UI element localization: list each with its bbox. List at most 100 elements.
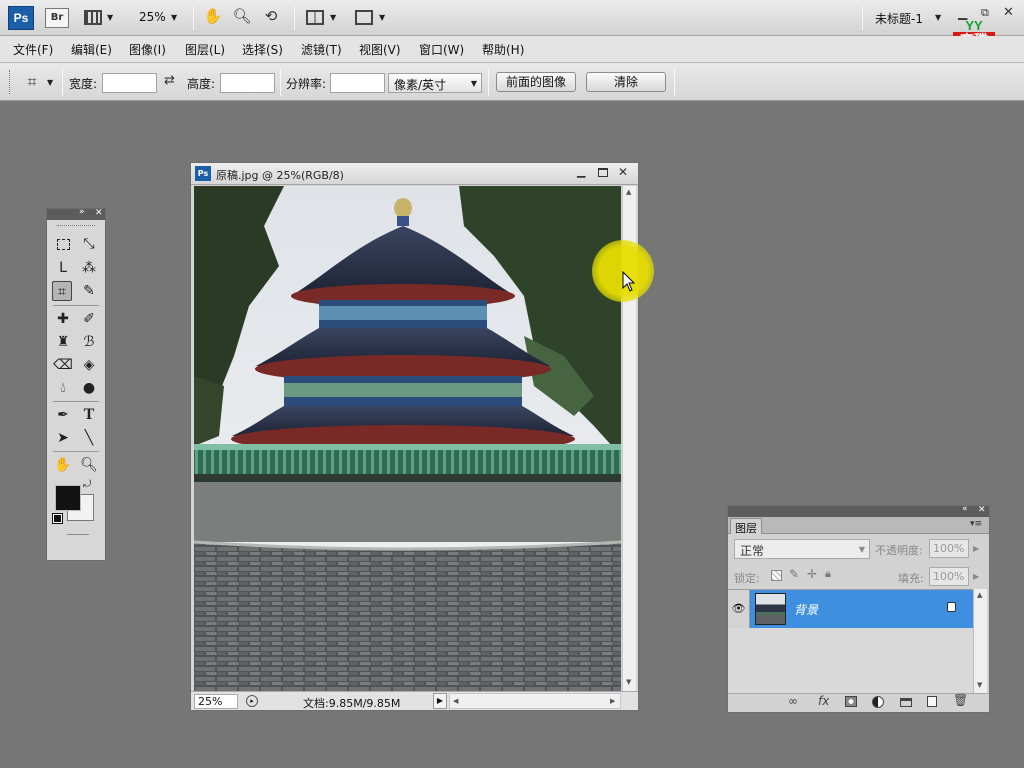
width-input[interactable] xyxy=(102,73,157,93)
status-expand-icon[interactable]: ▶ xyxy=(433,693,447,709)
collapse-panel-icon[interactable]: « xyxy=(962,504,968,514)
scroll-right-icon[interactable]: ▶ xyxy=(610,697,615,705)
blur-tool-icon[interactable]: 💧︎ xyxy=(53,378,73,398)
opacity-input[interactable]: 100% xyxy=(929,539,969,558)
zoom-tool-icon[interactable]: 🔍︎ xyxy=(232,7,252,25)
hand-tool-icon[interactable]: ✋ xyxy=(53,455,73,475)
default-colors-icon[interactable] xyxy=(52,513,63,524)
horizontal-scrollbar[interactable]: ◀ ▶ xyxy=(449,693,621,709)
rectangular-marquee-icon[interactable] xyxy=(53,234,73,254)
scroll-up-icon[interactable]: ▲ xyxy=(626,188,631,196)
adjustment-layer-icon[interactable] xyxy=(872,696,884,708)
bridge-button[interactable]: Br xyxy=(45,8,69,28)
zoom-tool-icon[interactable]: 🔍︎ xyxy=(79,455,99,475)
move-tool-icon[interactable]: ⤡ xyxy=(79,234,99,254)
chevron-down-icon[interactable]: ▼ xyxy=(379,13,385,22)
close-panel-icon[interactable]: ✕ xyxy=(95,208,103,218)
scroll-down-icon[interactable]: ▼ xyxy=(626,678,631,686)
healing-brush-icon[interactable]: ✚ xyxy=(53,309,73,329)
menu-edit[interactable]: 编辑(E) xyxy=(71,41,112,59)
lock-all-icon[interactable]: 🔒︎ xyxy=(825,567,831,581)
fill-input[interactable]: 100% xyxy=(929,567,969,586)
chevron-down-icon[interactable]: ▼ xyxy=(935,13,941,22)
status-menu-icon[interactable]: ▸ xyxy=(246,695,258,707)
menu-select[interactable]: 选择(S) xyxy=(242,41,283,59)
front-image-button[interactable]: 前面的图像 xyxy=(496,72,576,92)
layer-name[interactable]: 背景 xyxy=(794,601,818,618)
menu-filter[interactable]: 滤镜(T) xyxy=(301,41,342,59)
zoom-level-readout[interactable]: 25% xyxy=(139,10,166,24)
hand-tool-icon[interactable]: ✋ xyxy=(203,7,223,25)
grip-handle[interactable] xyxy=(57,225,95,228)
scroll-down-icon[interactable]: ▼ xyxy=(977,681,982,689)
photoshop-logo[interactable]: Ps xyxy=(8,6,34,30)
clone-stamp-icon[interactable]: ♜ xyxy=(53,332,73,352)
document-title-bar[interactable]: Ps 原稿.jpg @ 25%(RGB/8) ▁ ✕ xyxy=(191,163,638,185)
rotate-view-icon[interactable]: ⟲ xyxy=(261,7,281,25)
menu-view[interactable]: 视图(V) xyxy=(359,41,401,59)
menu-help[interactable]: 帮助(H) xyxy=(482,41,524,59)
lock-pixels-icon[interactable]: ✎ xyxy=(789,567,799,581)
chevron-right-icon[interactable]: ▶ xyxy=(973,572,979,581)
path-selection-icon[interactable]: ➤ xyxy=(53,428,73,448)
menu-layer[interactable]: 图层(L) xyxy=(185,41,225,59)
clear-button[interactable]: 清除 xyxy=(586,72,666,92)
zoom-field[interactable]: 25% xyxy=(194,694,238,709)
image-canvas[interactable] xyxy=(194,186,621,691)
line-tool-icon[interactable]: ╲ xyxy=(79,428,99,448)
close-panel-icon[interactable]: ✕ xyxy=(978,505,986,515)
eraser-tool-icon[interactable]: ⌫ xyxy=(53,355,73,375)
crop-tool-icon[interactable]: ⌗ xyxy=(22,72,42,92)
minimize-icon[interactable]: ▁ xyxy=(577,165,585,178)
layer-style-icon[interactable]: fx xyxy=(818,694,829,708)
close-icon[interactable]: ✕ xyxy=(618,165,628,179)
swap-colors-icon[interactable]: ⤾ xyxy=(83,479,91,490)
dodge-tool-icon[interactable]: ● xyxy=(79,378,99,398)
maximize-icon[interactable] xyxy=(598,168,608,177)
arrange-documents-icon[interactable] xyxy=(306,10,324,25)
delete-layer-icon[interactable]: 🗑︎ xyxy=(953,693,968,707)
grip-handle[interactable] xyxy=(9,70,12,94)
add-mask-icon[interactable] xyxy=(845,696,857,707)
chevron-down-icon[interactable]: ▼ xyxy=(330,13,336,22)
layers-panel-header[interactable] xyxy=(728,506,989,517)
screen-mode-icon[interactable] xyxy=(355,10,373,25)
resolution-unit-select[interactable]: 像素/英寸 ▼ xyxy=(388,73,482,93)
foreground-color-swatch[interactable] xyxy=(55,485,81,511)
magic-wand-icon[interactable]: ⁂ xyxy=(79,258,99,278)
quick-mask-icon[interactable] xyxy=(67,534,89,535)
crop-tool-icon[interactable]: ⌗ xyxy=(52,281,72,301)
resolution-input[interactable] xyxy=(330,73,385,93)
close-icon[interactable]: ✕ xyxy=(1003,5,1014,20)
lock-transparency-icon[interactable] xyxy=(771,570,782,581)
panel-menu-icon[interactable]: ▾≡ xyxy=(970,519,982,529)
menu-file[interactable]: 文件(F) xyxy=(13,41,53,59)
chevron-right-icon[interactable]: ▶ xyxy=(973,544,979,553)
link-layers-icon[interactable]: ∞ xyxy=(788,694,798,708)
chevron-down-icon[interactable]: ▼ xyxy=(47,78,53,87)
layers-tab[interactable]: 图层 xyxy=(730,518,762,535)
collapse-panel-icon[interactable]: » xyxy=(79,207,85,217)
height-input[interactable] xyxy=(220,73,275,93)
pen-tool-icon[interactable]: ✒ xyxy=(53,405,73,425)
lock-position-icon[interactable]: ✛ xyxy=(807,567,817,581)
scroll-left-icon[interactable]: ◀ xyxy=(453,697,458,705)
chevron-down-icon[interactable]: ▼ xyxy=(171,13,177,22)
history-brush-icon[interactable]: ℬ xyxy=(79,332,99,352)
lasso-tool-icon[interactable]: ᒪ xyxy=(53,258,73,278)
chevron-down-icon[interactable]: ▼ xyxy=(107,13,113,22)
view-extras-icon[interactable] xyxy=(84,10,102,25)
type-tool-icon[interactable]: T xyxy=(79,405,99,425)
menu-image[interactable]: 图像(I) xyxy=(129,41,166,59)
scroll-up-icon[interactable]: ▲ xyxy=(977,591,982,599)
layers-list-scrollbar[interactable]: ▲ ▼ xyxy=(973,589,987,693)
new-group-icon[interactable] xyxy=(900,698,912,707)
brush-tool-icon[interactable]: ✐ xyxy=(79,309,99,329)
swap-dimensions-icon[interactable]: ⇄ xyxy=(164,73,175,88)
menu-window[interactable]: 窗口(W) xyxy=(419,41,464,59)
paint-bucket-icon[interactable]: ◈ xyxy=(79,355,99,375)
visibility-eye-icon[interactable]: 👁︎ xyxy=(728,590,750,628)
new-layer-icon[interactable] xyxy=(927,696,937,707)
eyedropper-icon[interactable]: ✎ xyxy=(79,281,99,301)
blend-mode-select[interactable]: 正常 ▼ xyxy=(734,539,870,559)
